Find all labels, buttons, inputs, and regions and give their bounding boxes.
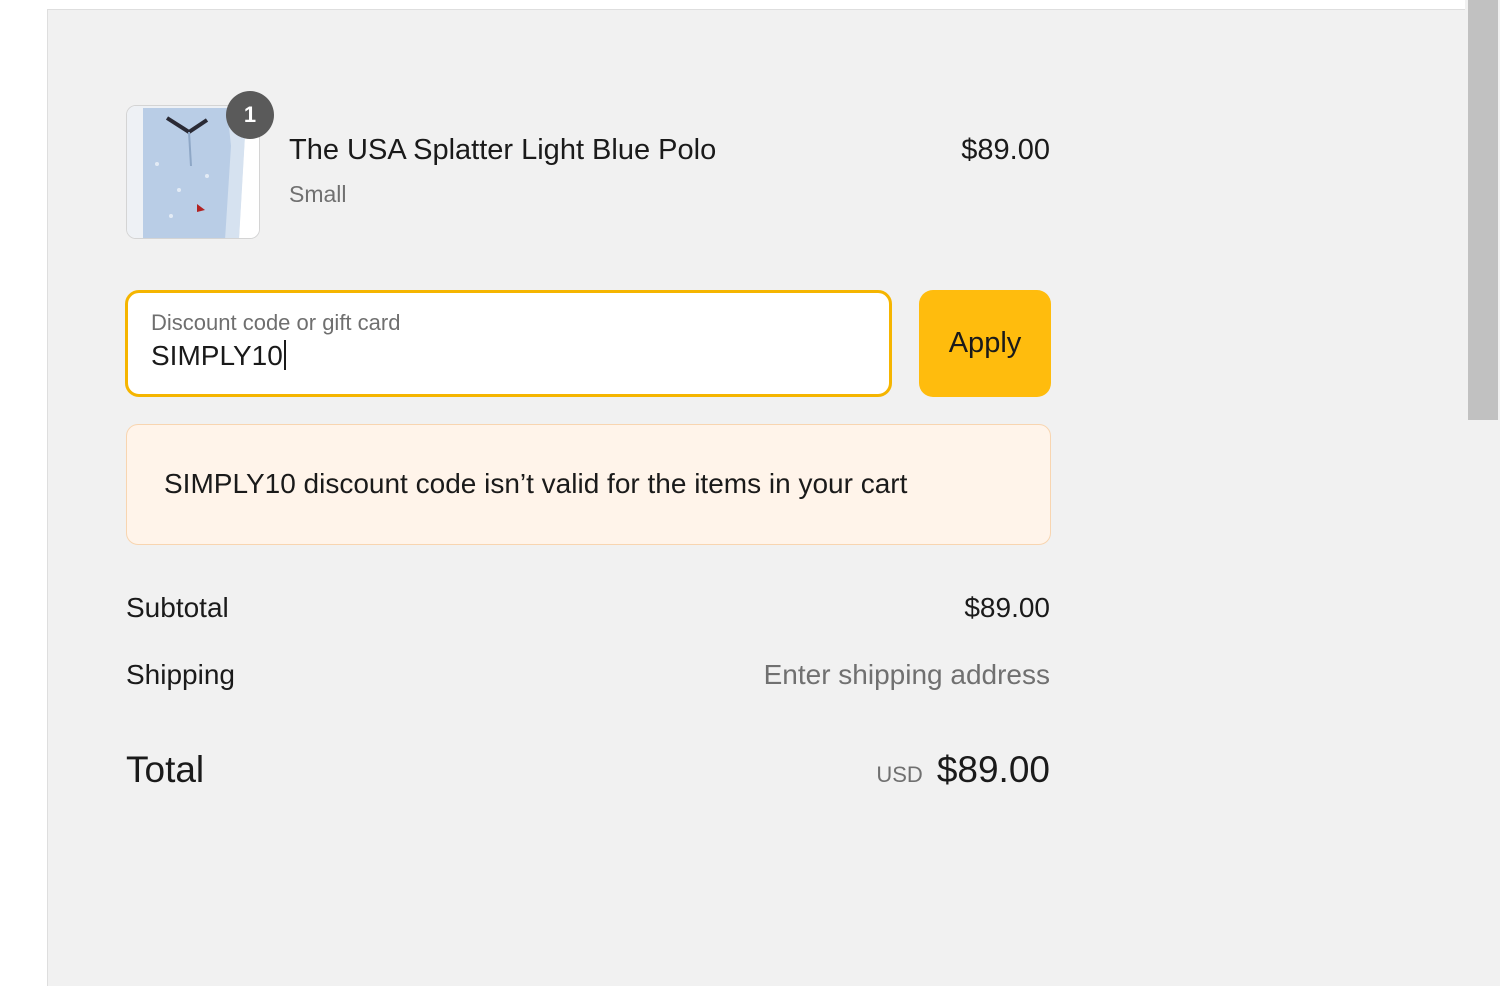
- product-name: The USA Splatter Light Blue Polo: [289, 134, 717, 166]
- product-variant: Small: [289, 181, 347, 207]
- quantity-badge: 1: [227, 92, 273, 138]
- total-label: Total: [126, 749, 205, 790]
- subtotal-label: Subtotal: [126, 592, 229, 623]
- product-price: $89.00: [961, 134, 1050, 166]
- scrollbar-thumb[interactable]: [1468, 0, 1498, 420]
- total-value: USD $89.00: [876, 749, 1050, 791]
- discount-code-value[interactable]: SIMPLY10: [151, 340, 286, 372]
- discount-code-text: SIMPLY10: [151, 340, 283, 371]
- currency-code: USD: [876, 762, 923, 787]
- discount-code-input[interactable]: Discount code or gift card SIMPLY10: [125, 290, 892, 397]
- discount-code-label: Discount code or gift card: [151, 310, 401, 335]
- shipping-value: Enter shipping address: [763, 659, 1050, 690]
- discount-error-banner: SIMPLY10 discount code isn’t valid for t…: [126, 424, 1051, 545]
- shipping-label: Shipping: [126, 659, 235, 690]
- header-divider: [0, 0, 1465, 10]
- total-amount: $89.00: [936, 749, 1050, 790]
- text-cursor: [283, 340, 286, 370]
- subtotal-value: $89.00: [964, 592, 1050, 623]
- apply-button[interactable]: Apply: [919, 290, 1051, 397]
- main-column-edge: [0, 0, 47, 986]
- discount-error-message: SIMPLY10 discount code isn’t valid for t…: [164, 468, 908, 499]
